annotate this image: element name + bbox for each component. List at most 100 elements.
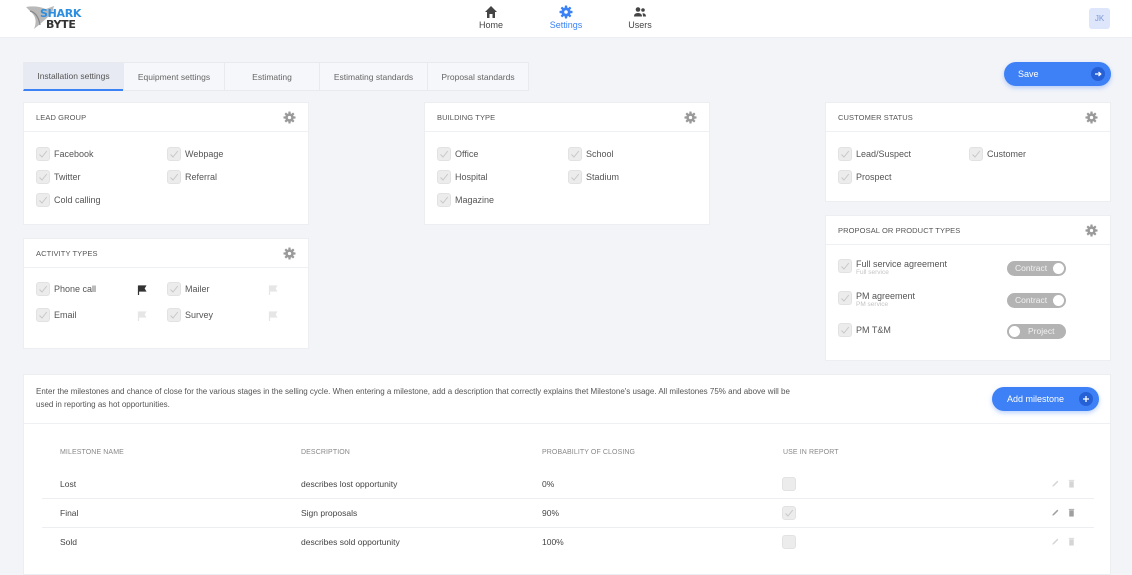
checkbox-referral[interactable]	[167, 170, 181, 184]
milestone-probability: 0%	[542, 479, 555, 489]
check-icon	[39, 311, 48, 319]
label-cold-calling: Cold calling	[54, 195, 101, 205]
use-in-report-checkbox[interactable]	[782, 535, 796, 549]
check-icon	[841, 294, 850, 302]
customer-status-settings-gear-icon[interactable]	[1085, 111, 1098, 124]
customer-status-header: CUSTOMER STATUS	[826, 103, 1110, 132]
lead-group-item-webpage: Webpage	[167, 147, 223, 161]
checkbox-facebook[interactable]	[36, 147, 50, 161]
proposal-types-card: PROPOSAL OR PRODUCT TYPES Full service a…	[825, 215, 1111, 361]
building-type-settings-gear-icon[interactable]	[684, 111, 697, 124]
proposal-item-full-service: Full service agreement Full service	[838, 259, 947, 276]
nav-users-label: Users	[628, 20, 652, 30]
label-magazine: Magazine	[455, 195, 495, 205]
milestone-row: Sold describes sold opportunity 100%	[42, 528, 1094, 557]
lead-group-settings-gear-icon[interactable]	[283, 111, 296, 124]
checkbox-pm-agreement[interactable]	[838, 291, 852, 305]
flag-icon-phone-call-active[interactable]	[137, 285, 147, 295]
checkbox-email[interactable]	[36, 308, 50, 322]
flag-icon-email[interactable]	[137, 311, 147, 321]
label-prospect: Prospect	[856, 172, 892, 182]
proposal-item-pm-tm: PM T&M	[838, 323, 891, 337]
edit-pencil-icon[interactable]	[1051, 508, 1060, 517]
label-webpage: Webpage	[185, 149, 224, 159]
check-icon	[841, 150, 850, 158]
use-in-report-checkbox-checked[interactable]	[782, 506, 796, 520]
tab-installation-settings[interactable]: Installation settings	[23, 62, 124, 91]
sublabel-pm-service: PM service	[856, 301, 889, 308]
save-button-label: Save	[1018, 69, 1039, 79]
toggle-pm-tm-project[interactable]: Project	[1007, 324, 1066, 339]
tab-proposal-standards[interactable]: Proposal standards	[427, 62, 529, 91]
label-office: Office	[455, 149, 479, 159]
delete-trash-icon[interactable]	[1067, 479, 1076, 488]
gear-icon	[559, 5, 573, 19]
column-header-probability: PROBABILITY OF CLOSING	[542, 449, 636, 456]
nav-home[interactable]: Home	[461, 5, 521, 30]
label-lead-suspect: Lead/Suspect	[856, 149, 912, 159]
checkbox-customer[interactable]	[969, 147, 983, 161]
check-icon	[170, 173, 179, 181]
nav-users[interactable]: Users	[610, 5, 670, 30]
checkbox-twitter[interactable]	[36, 170, 50, 184]
user-avatar[interactable]: JK	[1089, 8, 1110, 29]
check-icon	[39, 285, 48, 293]
sublabel-full-service: Full service	[856, 269, 889, 276]
activity-types-card: ACTIVITY TYPES Phone call Mailer Email S…	[23, 238, 309, 349]
checkbox-mailer[interactable]	[167, 282, 181, 296]
checkbox-cold-calling[interactable]	[36, 193, 50, 207]
add-milestone-button[interactable]: Add milestone	[992, 387, 1099, 411]
checkbox-phone-call[interactable]	[36, 282, 50, 296]
building-type-title: BUILDING TYPE	[437, 112, 496, 122]
building-type-card: BUILDING TYPE Office School Hospital Sta…	[424, 102, 710, 225]
nav-settings-label: Settings	[549, 20, 583, 30]
edit-pencil-icon[interactable]	[1051, 479, 1060, 488]
nav-settings[interactable]: Settings	[536, 5, 596, 30]
lead-group-title: LEAD GROUP	[36, 112, 87, 122]
proposal-types-title: PROPOSAL OR PRODUCT TYPES	[838, 225, 961, 235]
building-item-office: Office	[437, 147, 478, 161]
lead-group-card: LEAD GROUP Facebook Webpage Twitter Refe…	[23, 102, 309, 225]
lead-group-item-referral: Referral	[167, 170, 217, 184]
delete-trash-icon[interactable]	[1067, 508, 1076, 517]
tab-equipment-settings[interactable]: Equipment settings	[123, 62, 225, 91]
activity-types-settings-gear-icon[interactable]	[283, 247, 296, 260]
flag-icon-mailer[interactable]	[268, 285, 278, 295]
checkbox-office[interactable]	[437, 147, 451, 161]
check-icon	[170, 150, 179, 158]
checkbox-survey[interactable]	[167, 308, 181, 322]
tab-estimating[interactable]: Estimating	[224, 62, 320, 91]
checkbox-prospect[interactable]	[838, 170, 852, 184]
plus-icon	[1079, 392, 1093, 406]
label-referral: Referral	[185, 172, 218, 182]
edit-pencil-icon[interactable]	[1051, 537, 1060, 546]
checkbox-stadium[interactable]	[568, 170, 582, 184]
checkbox-school[interactable]	[568, 147, 582, 161]
sharkbyte-logo[interactable]: SHARK BYTE	[24, 3, 86, 33]
checkbox-webpage[interactable]	[167, 147, 181, 161]
milestone-row: Lost describes lost opportunity 0%	[42, 470, 1094, 499]
checkbox-pm-tm[interactable]	[838, 323, 852, 337]
checkbox-lead-suspect[interactable]	[838, 147, 852, 161]
nav-home-label: Home	[478, 20, 503, 30]
save-button[interactable]: Save	[1004, 62, 1111, 86]
toggle-pm-agreement-contract[interactable]: Contract	[1007, 293, 1066, 308]
tab-estimating-standards[interactable]: Estimating standards	[319, 62, 428, 91]
toggle-full-service-contract[interactable]: Contract	[1007, 261, 1066, 276]
label-pm-tm: PM T&M	[856, 325, 891, 335]
proposal-types-settings-gear-icon[interactable]	[1085, 224, 1098, 237]
logo-text-bottom: BYTE	[46, 18, 76, 31]
use-in-report-checkbox[interactable]	[782, 477, 796, 491]
activity-item-survey: Survey	[167, 308, 213, 322]
label-facebook: Facebook	[54, 149, 94, 159]
customer-status-item-customer: Customer	[969, 147, 1026, 161]
delete-trash-icon[interactable]	[1067, 537, 1076, 546]
label-hospital: Hospital	[455, 172, 488, 182]
checkbox-full-service-agreement[interactable]	[838, 259, 852, 273]
checkbox-magazine[interactable]	[437, 193, 451, 207]
check-icon	[841, 173, 850, 181]
flag-icon-survey[interactable]	[268, 311, 278, 321]
settings-tabs: Installation settings Equipment settings…	[23, 62, 529, 91]
building-item-school: School	[568, 147, 614, 161]
checkbox-hospital[interactable]	[437, 170, 451, 184]
